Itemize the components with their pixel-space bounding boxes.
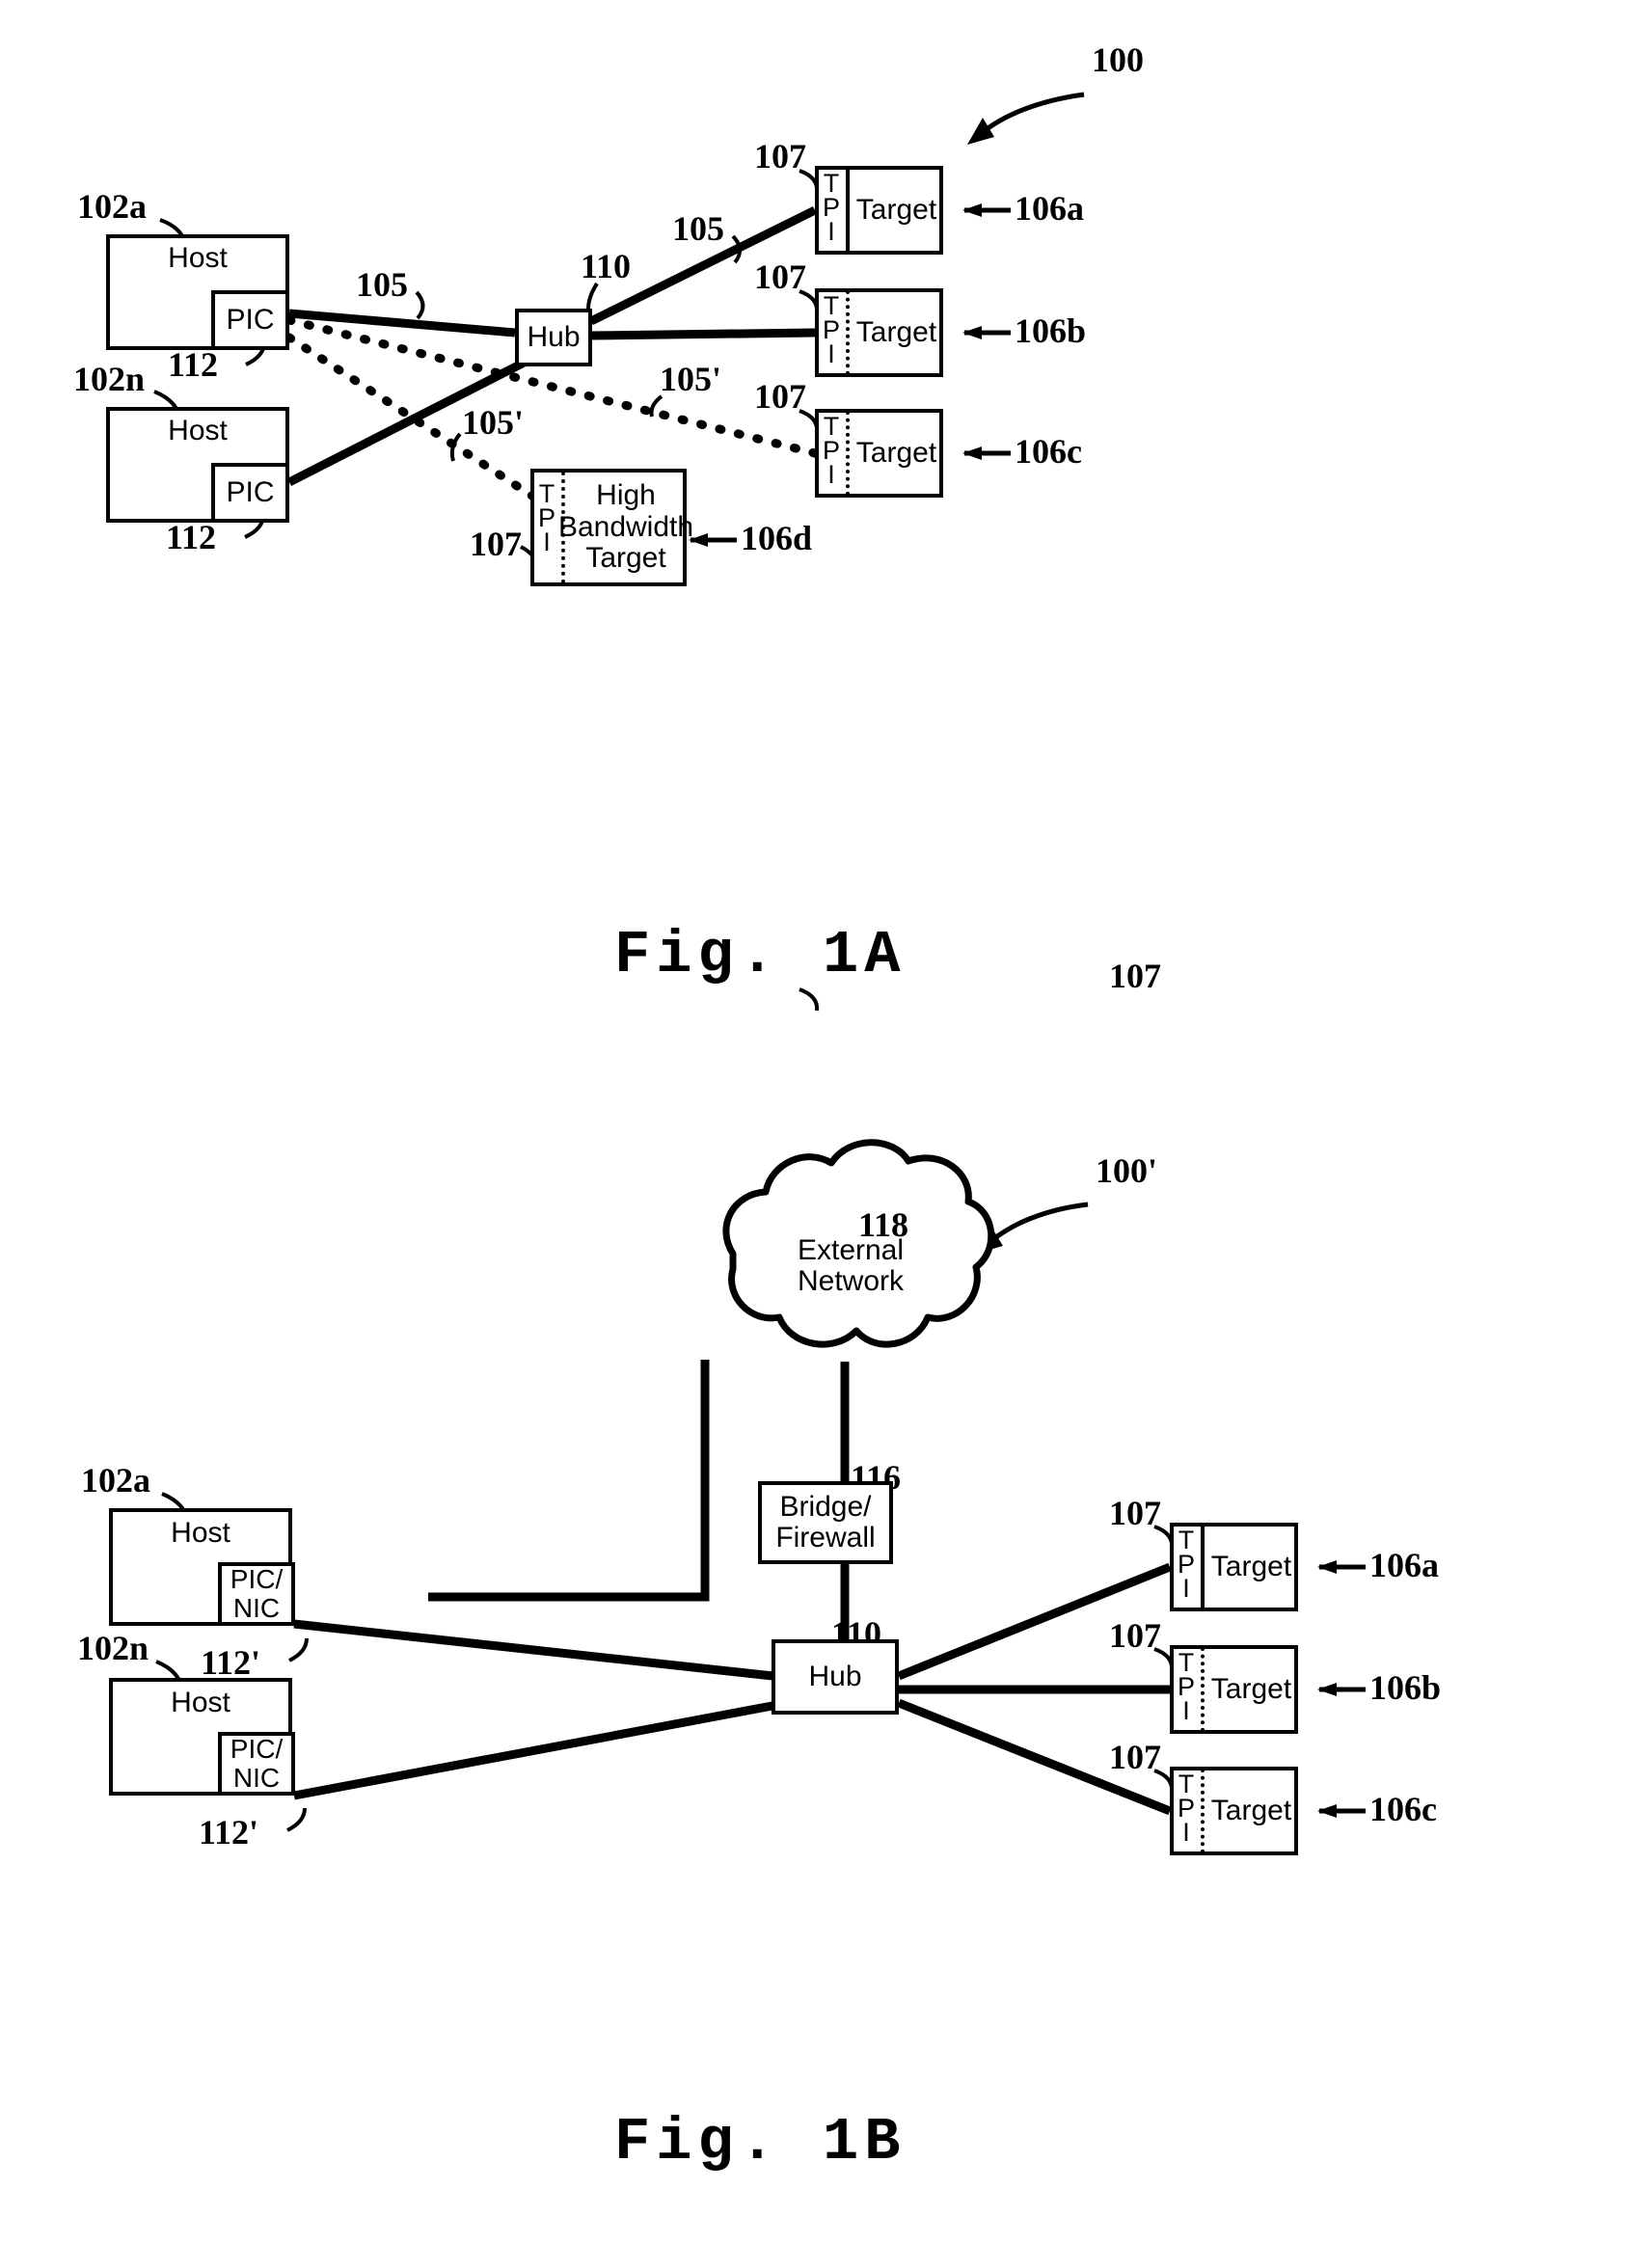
fig1b-cloud-label: External Network [797, 1233, 905, 1297]
fig1b-target-a-ref: 106a [1369, 1546, 1439, 1584]
fig1b-target-a-tpi2: T P I [1177, 1526, 1195, 1603]
fig1b-target-c-label: Target [1210, 1794, 1292, 1826]
fig1b-host-a-nic-ref: 112' [201, 1643, 261, 1682]
fig1b-tpi-ref-b: 107 [1109, 1616, 1161, 1655]
fig1b-hub-label: Hub [808, 1660, 862, 1692]
fig1b-target-b-tpi: T P I [1177, 1648, 1195, 1725]
fig1b-host-a-ref: 102a [81, 1461, 150, 1500]
mask-duplicate [1170, 986, 1298, 1074]
fig1b-host-n-nic-ref: 112' [199, 1813, 259, 1851]
fig1b-host-a-label: Host [171, 1516, 230, 1549]
fig1b-target-c-tpi: T P I [1177, 1770, 1195, 1847]
fig1b-bridge-label: Bridge/ Firewall [775, 1490, 876, 1554]
fig1b-caption: Fig. 1B [614, 2108, 907, 2176]
fig1b-target-c-ref: 106c [1369, 1790, 1437, 1828]
fig1b-target-b-ref: 106b [1369, 1668, 1442, 1707]
fig1b-target-b-label: Target [1210, 1672, 1292, 1705]
fig1b-host-n-label: Host [171, 1686, 230, 1718]
fig1b-tpi-ref-a: 107 [1109, 957, 1161, 995]
fig1b-tpi-ref-c: 107 [1109, 1738, 1161, 1776]
fig1b-tpi-ref-a2: 107 [1109, 1494, 1161, 1532]
fig1b-target-a-label2: Target [1210, 1550, 1292, 1582]
fig1b-host-a-nic-label: PIC/ NIC [230, 1563, 284, 1623]
patent-figure-sheet: 100 102a Host PIC 112 102n Host PIC 112 … [0, 0, 1652, 2243]
fig1b-cloud-ref: 118 [858, 1205, 909, 1244]
fig1b-host-n-ref: 102n [77, 1629, 149, 1667]
external-network-cloud-icon [722, 1139, 995, 1348]
fig1b-system-ref: 100' [1096, 1151, 1158, 1190]
fig1b-host-n-nic-label: PIC/ NIC [230, 1733, 284, 1793]
